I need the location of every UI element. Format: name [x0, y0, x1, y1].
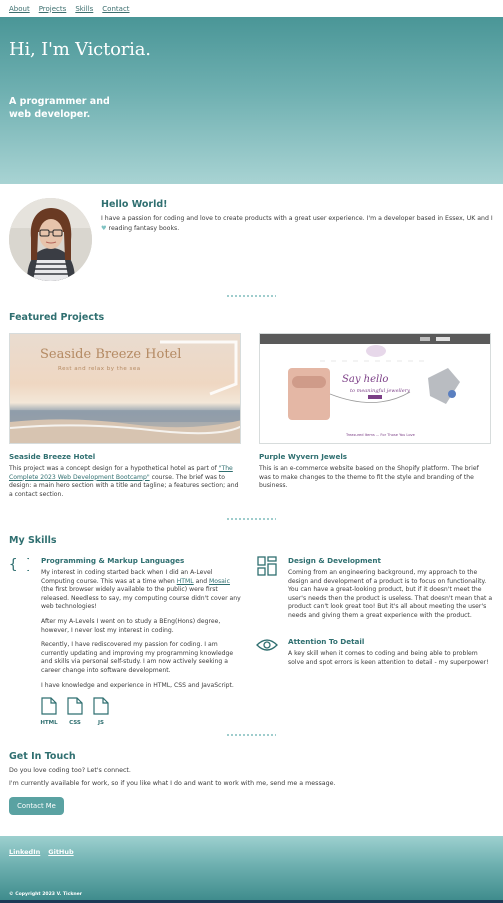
skill-text-design: Coming from an engineering background, m… — [288, 569, 493, 619]
nav-about-link[interactable]: About — [9, 5, 30, 13]
section-divider — [226, 295, 276, 297]
heart-icon: ♥ — [101, 225, 107, 232]
nav-skills-link[interactable]: Skills — [75, 5, 93, 13]
section-divider — [226, 734, 276, 736]
skill-title-detail: Attention To Detail — [288, 637, 365, 646]
intro-text-part2: reading fantasy books. — [108, 225, 180, 232]
project-image-purple-wyvern[interactable]: Say hello to meaningful jewellery Treasu… — [259, 333, 491, 444]
eye-icon — [256, 637, 278, 656]
programming-paragraph-4: I have knowledge and experience in HTML,… — [41, 681, 234, 689]
css-file-label: CSS — [69, 720, 81, 726]
skill-title-design: Design & Development — [288, 556, 381, 565]
skills-title: My Skills — [9, 535, 57, 546]
contact-line-1: Do you love coding too? Let's connect. — [9, 767, 131, 774]
intro-title: Hello World! — [101, 199, 168, 210]
html-file-label: HTML — [40, 720, 58, 726]
svg-text:Rest and relax by the sea: Rest and relax by the sea — [58, 366, 141, 372]
programming-paragraph-2: After my A-Levels I went on to study a B… — [41, 617, 221, 634]
project-desc-purple-wyvern: This is an e-commerce website based on t… — [259, 465, 479, 490]
footer-links: LinkedIn GitHub — [9, 848, 74, 856]
programming-text: (the first browser widely available to t… — [41, 586, 241, 611]
hero-section: Hi, I'm Victoria. A programmer and web d… — [0, 17, 503, 184]
project-desc-seaside: This project was a concept design for a … — [9, 465, 241, 499]
programming-paragraph-1: My interest in coding started back when … — [41, 569, 241, 612]
linkedin-link[interactable]: LinkedIn — [9, 848, 40, 856]
top-nav: About Projects Skills Contact — [0, 0, 503, 17]
skill-title-programming: Programming & Markup Languages — [41, 556, 185, 565]
section-divider — [226, 518, 276, 520]
intro-text: I have a passion for coding and love to … — [101, 214, 493, 234]
hero-tagline: A programmer and web developer. — [9, 96, 110, 120]
projects-title: Featured Projects — [9, 312, 105, 323]
skill-text-programming: My interest in coding started back when … — [41, 569, 241, 696]
contact-me-button[interactable]: Contact Me — [9, 797, 64, 815]
svg-text:{ }: { } — [9, 557, 29, 573]
svg-text:Seaside Breeze Hotel: Seaside Breeze Hotel — [40, 347, 181, 362]
github-link[interactable]: GitHub — [48, 848, 73, 856]
nav-contact-link[interactable]: Contact — [102, 5, 129, 13]
programming-paragraph-3: Recently, I have rediscovered my passion… — [41, 641, 234, 674]
mosaic-link[interactable]: Mosaic — [209, 578, 230, 585]
copyright-text: © Copyright 2023 V. Tickner — [9, 892, 83, 897]
skill-text-detail: A key skill when it comes to coding and … — [288, 650, 489, 666]
svg-text:Treasured Items ... For Those: Treasured Items ... For Those You Love — [345, 433, 416, 437]
programming-text: and — [193, 577, 210, 585]
nav-projects-link[interactable]: Projects — [39, 5, 67, 13]
contact-title: Get In Touch — [9, 751, 76, 762]
html-file-icon: HTML — [40, 697, 58, 726]
project-title-purple-wyvern: Purple Wyvern Jewels — [259, 452, 348, 461]
project-title-seaside: Seaside Breeze Hotel — [9, 452, 96, 461]
layout-grid-icon — [257, 556, 277, 580]
css-file-icon: CSS — [66, 697, 84, 726]
html-link[interactable]: HTML — [177, 578, 194, 585]
project-image-seaside[interactable]: Seaside Breeze Hotel Rest and relax by t… — [9, 333, 241, 444]
js-file-icon: JS — [92, 697, 110, 726]
curly-braces-icon: { } — [9, 555, 34, 577]
intro-text-part1: I have a passion for coding and love to … — [101, 215, 493, 222]
svg-text:Say hello: Say hello — [342, 374, 388, 385]
svg-text:to meaningful jewellery: to meaningful jewellery — [350, 388, 410, 394]
hero-title: Hi, I'm Victoria. — [9, 39, 151, 60]
footer: LinkedIn GitHub © Copyright 2023 V. Tick… — [0, 836, 503, 900]
profile-photo — [9, 198, 92, 281]
js-file-label: JS — [97, 720, 104, 726]
contact-line-2: I'm currently available for work, so if … — [9, 780, 336, 787]
project-desc-text: This project was a concept design for a … — [9, 465, 219, 472]
